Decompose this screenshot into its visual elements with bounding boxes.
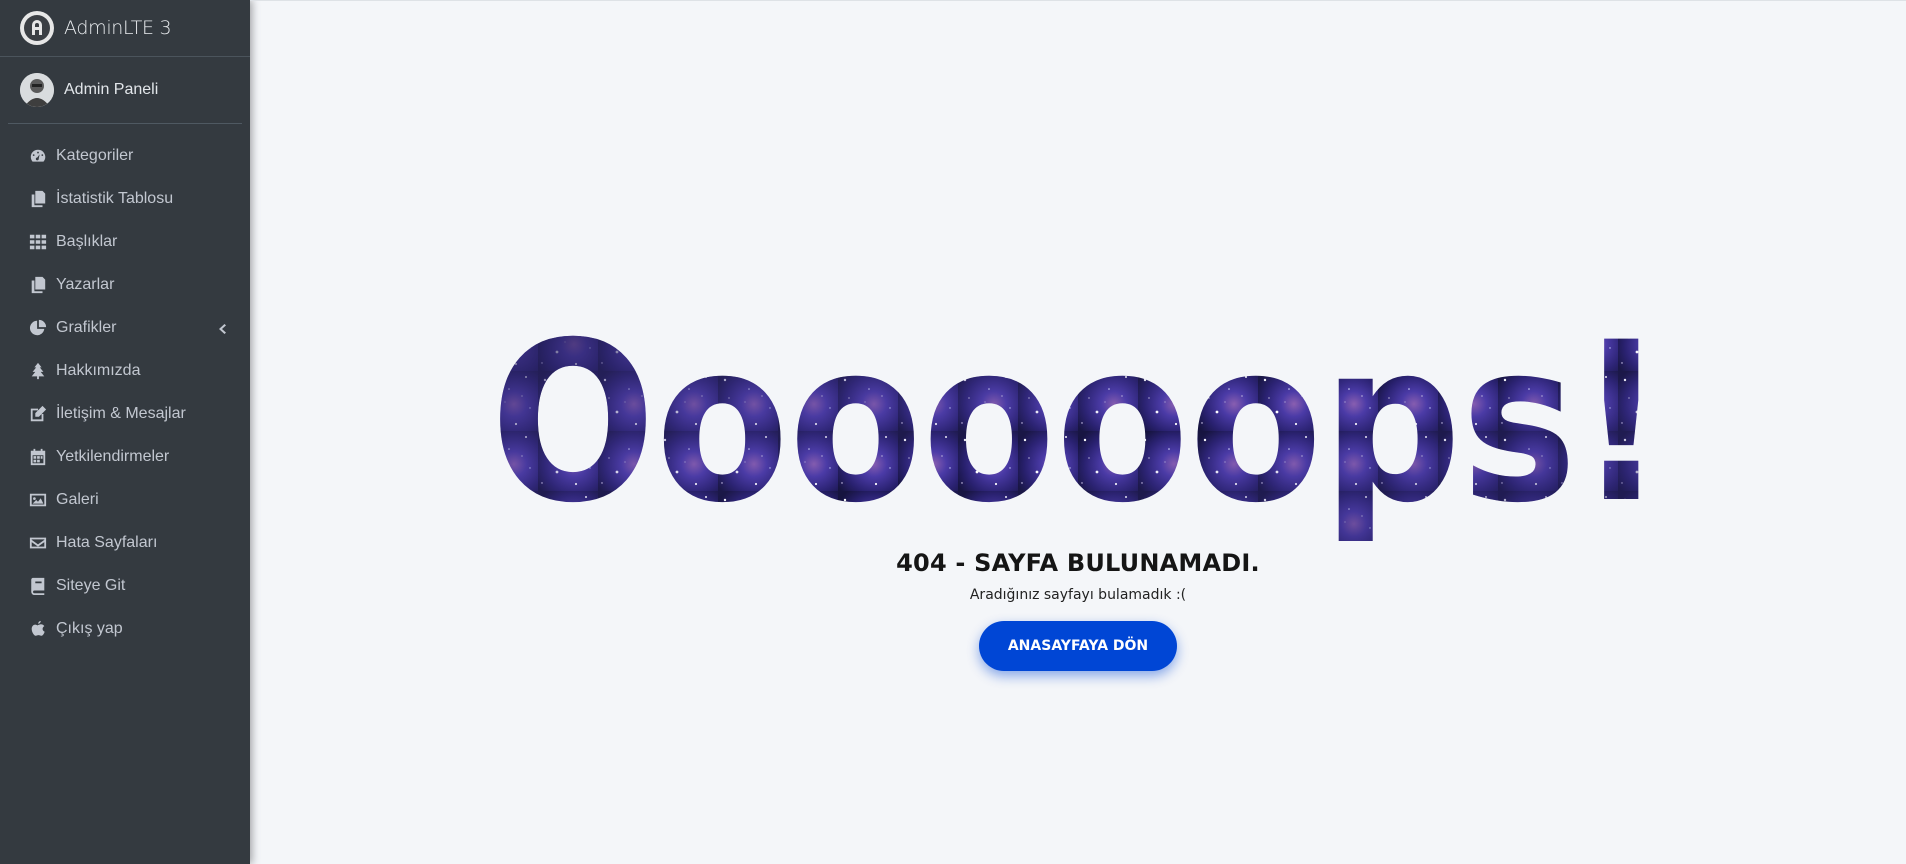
sidebar-item-label: Çıkış yap — [56, 619, 123, 637]
image-icon — [28, 490, 48, 510]
error-message: Aradığınız sayfayı bulamadık :( — [969, 587, 1187, 603]
book-icon — [28, 576, 48, 596]
sidebar-item-hakkimizda[interactable]: Hakkımızda — [0, 349, 250, 392]
sidebar-item-label: İstatistik Tablosu — [56, 189, 174, 207]
main-content: Oooooops! Oooooops! 404 - SAYFA BULUNAMA… — [250, 0, 1906, 864]
sidebar-item-iletisim[interactable]: İletişim & Mesajlar — [0, 392, 250, 435]
sidebar-item-istatistik[interactable]: İstatistik Tablosu — [0, 177, 250, 220]
pie-chart-icon — [28, 318, 48, 338]
user-name: Admin Paneli — [64, 81, 159, 98]
sidebar-item-label: Hata Sayfaları — [56, 533, 158, 551]
sidebar-item-hata-sayfalari[interactable]: Hata Sayfaları — [0, 521, 250, 564]
chevron-left-icon[interactable] — [216, 322, 228, 334]
sidebar: AdminLTE 3 Admin Paneli Kategoriler İsta… — [0, 0, 250, 864]
sidebar-item-label: Galeri — [56, 490, 99, 508]
calendar-icon — [28, 447, 48, 467]
brand-logo-icon — [20, 11, 54, 45]
tree-icon — [28, 361, 48, 381]
sidebar-item-label: Yetkilendirmeler — [56, 447, 170, 465]
sidebar-item-label: Siteye Git — [56, 576, 126, 594]
sidebar-item-label: Grafikler — [56, 318, 117, 336]
sidebar-item-label: Yazarlar — [56, 275, 115, 293]
sidebar-item-label: Kategoriler — [56, 146, 134, 164]
user-panel[interactable]: Admin Paneli — [8, 57, 242, 124]
sidebar-item-yetkilendirmeler[interactable]: Yetkilendirmeler — [0, 435, 250, 478]
sidebar-item-kategoriler[interactable]: Kategoriler — [0, 134, 250, 177]
grid-icon — [28, 232, 48, 252]
copy-icon — [28, 189, 48, 209]
sidebar-item-galeri[interactable]: Galeri — [0, 478, 250, 521]
copy-icon — [28, 275, 48, 295]
edit-icon — [28, 404, 48, 424]
envelope-icon — [28, 533, 48, 553]
back-to-home-button[interactable]: ANASAYFAYA DÖN — [979, 621, 1177, 671]
error-container: Oooooops! Oooooops! 404 - SAYFA BULUNAMA… — [250, 311, 1906, 671]
sidebar-item-label: İletişim & Mesajlar — [56, 404, 186, 422]
sidebar-item-label: Başlıklar — [56, 232, 118, 250]
avatar — [20, 73, 54, 107]
sidebar-item-label: Hakkımızda — [56, 361, 141, 379]
sidebar-item-grafikler[interactable]: Grafikler — [0, 306, 250, 349]
brand-title: AdminLTE 3 — [64, 17, 172, 39]
brand-link[interactable]: AdminLTE 3 — [0, 0, 250, 57]
oops-heading: Oooooops! Oooooops! — [491, 311, 1666, 541]
sidebar-item-basliklar[interactable]: Başlıklar — [0, 220, 250, 263]
tachometer-icon — [28, 146, 48, 166]
apple-icon — [28, 619, 48, 639]
oops-text-glow: Oooooops! — [491, 311, 1666, 541]
sidebar-nav: Kategoriler İstatistik Tablosu Başlıklar… — [0, 124, 250, 650]
sidebar-item-siteye-git[interactable]: Siteye Git — [0, 564, 250, 607]
sidebar-item-cikis[interactable]: Çıkış yap — [0, 607, 250, 650]
error-title: 404 - SAYFA BULUNAMADI. — [896, 549, 1260, 577]
sidebar-item-yazarlar[interactable]: Yazarlar — [0, 263, 250, 306]
